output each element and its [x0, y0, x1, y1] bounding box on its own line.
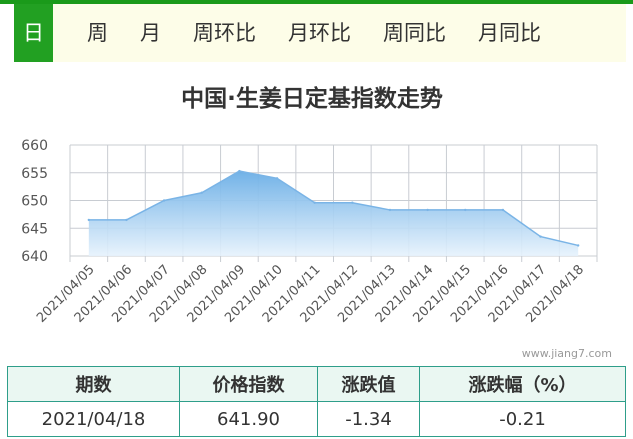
data-point [351, 201, 354, 204]
data-point [275, 177, 279, 180]
y-tick-label: 660 [21, 138, 48, 154]
cell-change-percent: -0.21 [419, 401, 626, 437]
y-tick-label: 640 [21, 249, 48, 265]
header-change-value: 涨跌值 [317, 366, 420, 402]
y-tick-label: 655 [21, 166, 48, 182]
tab-day[interactable]: 日 [14, 4, 53, 62]
data-point [162, 199, 166, 202]
index-trend-chart: 中国·生姜日定基指数走势 640 645 650 655 660 2021/04/052… [21, 85, 612, 360]
chart-title: 中国·生姜日定基指数走势 [181, 85, 443, 112]
data-point [539, 235, 542, 238]
y-tick-label: 645 [21, 221, 48, 237]
table-row: 2021/04/18 641.90 -1.34 -0.21 [7, 401, 626, 437]
tab-week-year-over-year[interactable]: 周同比 [367, 4, 462, 62]
tab-month[interactable]: 月 [124, 4, 177, 62]
data-point [313, 201, 316, 204]
data-point [501, 208, 505, 212]
y-tick-label: 650 [21, 194, 48, 210]
tab-week-over-week[interactable]: 周环比 [177, 4, 272, 62]
chart-area: 中国·生姜日定基指数走势 640 645 650 655 660 2021/04/05 2… [0, 66, 633, 362]
period-tab-bar: 日 周 月 周环比 月环比 周同比 月同比 [14, 4, 626, 62]
data-point [426, 208, 429, 212]
header-period: 期数 [7, 366, 180, 402]
data-point [576, 244, 580, 247]
table-header-row: 期数 价格指数 涨跌值 涨跌幅（%） [7, 366, 626, 402]
cell-change-value: -1.34 [317, 401, 420, 437]
data-point [200, 191, 203, 194]
cell-price-index: 641.90 [179, 401, 318, 437]
data-point [125, 218, 128, 222]
header-change-percent: 涨跌幅（%） [419, 366, 626, 402]
header-price-index: 价格指数 [179, 366, 318, 402]
data-point [388, 208, 392, 212]
data-point [464, 208, 467, 212]
data-point [87, 218, 91, 222]
cell-period: 2021/04/18 [7, 401, 180, 437]
tab-month-year-over-year[interactable]: 月同比 [462, 4, 557, 62]
tab-month-over-month[interactable]: 月环比 [272, 4, 367, 62]
data-point [238, 169, 241, 173]
tab-week[interactable]: 周 [71, 4, 124, 62]
x-axis-labels: 2021/04/052021/04/062021/04/072021/04/08… [34, 262, 587, 326]
watermark: www.jiang7.com [522, 347, 612, 360]
index-summary-table: 期数 价格指数 涨跌值 涨跌幅（%） 2021/04/18 641.90 -1.… [7, 366, 626, 437]
y-axis-labels: 640 645 650 655 660 [21, 138, 48, 265]
